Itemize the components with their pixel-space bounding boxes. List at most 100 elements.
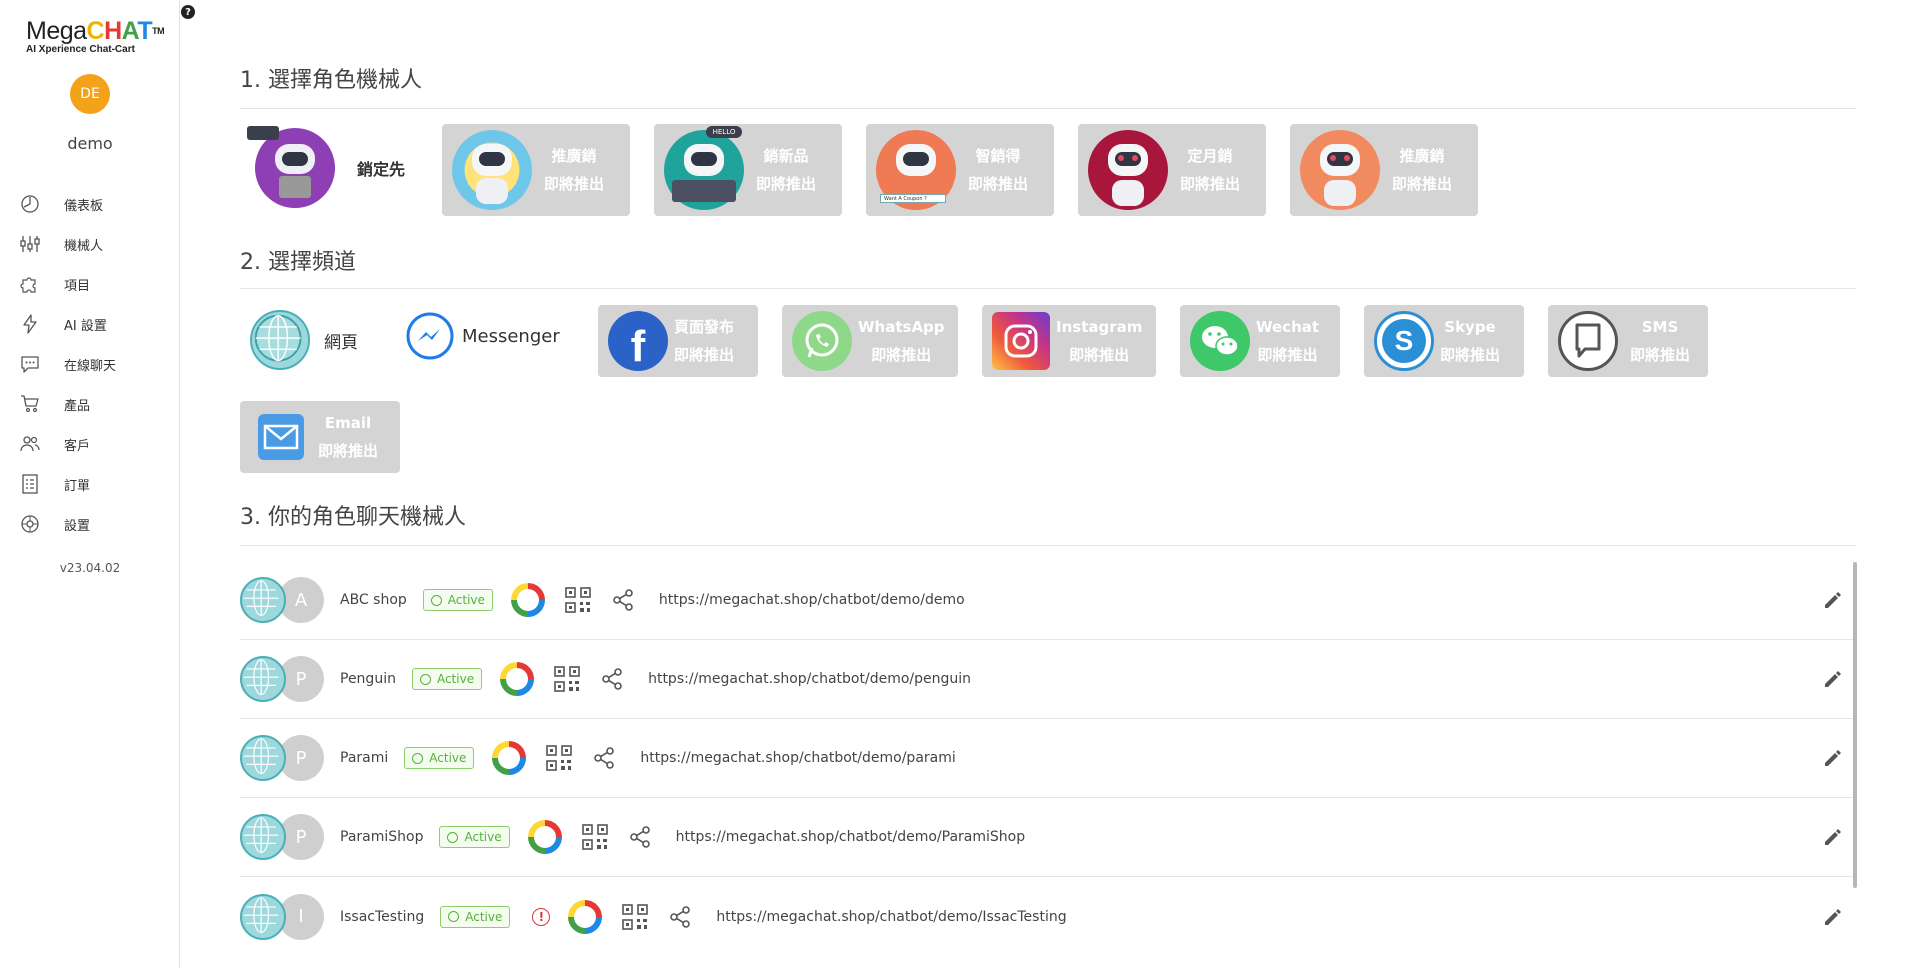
channel-card-text: Email 即將推出 [318, 414, 379, 460]
channel-card-text: SMS 即將推出 [1630, 318, 1691, 364]
channel-card-instagram[interactable]: Instagram 即將推出 [982, 305, 1156, 377]
mega-ai-logo-icon[interactable] [492, 741, 527, 775]
qr-code-icon[interactable] [554, 666, 580, 692]
sidebar-item-label: 機械人 [64, 238, 104, 254]
globe-icon [240, 656, 286, 702]
mega-ai-logo-icon[interactable] [510, 583, 545, 617]
bot-url-link[interactable]: https://megachat.shop/chatbot/demo/Issac… [716, 909, 1066, 925]
table-row[interactable]: P ParamiShop Active https://megachat.sho… [240, 798, 1856, 877]
check-circle-icon [448, 911, 460, 922]
table-row[interactable]: A ABC shop Active https://megachat.shop/… [240, 561, 1856, 640]
chat-icon [21, 356, 39, 373]
channel-card-wechat[interactable]: Wechat 即將推出 [1180, 305, 1340, 377]
bot-card-monthly-sales[interactable]: 定月銷 即將推出 [1078, 124, 1266, 216]
bot-card-text: 銷新品 即將推出 [756, 147, 817, 193]
sidebar-item-customers[interactable]: 客戶 [20, 424, 116, 464]
channel-card-sms[interactable]: SMS 即將推出 [1548, 305, 1708, 377]
check-circle-icon [447, 831, 459, 843]
edit-icon[interactable] [1822, 826, 1844, 848]
sidebar-item-settings[interactable]: 設置 [20, 504, 116, 544]
facebook-icon: f [608, 311, 668, 371]
channel-card-facebook[interactable]: f 頁面發布 即將推出 [598, 305, 758, 377]
qr-code-icon[interactable] [546, 745, 573, 771]
settings-icon [21, 515, 39, 533]
channel-web[interactable]: 網頁 [250, 310, 358, 370]
status-badge: Active [439, 826, 510, 848]
qr-code-icon[interactable] [565, 587, 591, 613]
sidebar-item-live-chat[interactable]: 在線聊天 [20, 344, 116, 384]
bot-card-text: 定月銷 即將推出 [1180, 147, 1241, 193]
sidebar-item-orders[interactable]: 訂單 [20, 464, 116, 504]
edit-icon[interactable] [1822, 589, 1844, 611]
app-logo[interactable]: MegaCHATTM AI Xperience Chat-Cart [26, 17, 165, 55]
sidebar-item-robots[interactable]: 機械人 [20, 224, 116, 264]
channel-label: 網頁 [324, 332, 358, 353]
bot-avatar: HELLO [664, 126, 744, 210]
bot-avatar [247, 126, 335, 208]
check-circle-icon [412, 752, 424, 764]
brand-name: MegaCHATTM [26, 17, 165, 45]
sidebar-item-products[interactable]: 產品 [20, 384, 116, 424]
mega-ai-logo-icon[interactable] [500, 662, 535, 696]
edit-icon[interactable] [1822, 906, 1844, 928]
warning-icon[interactable]: ! [532, 907, 551, 926]
bot-card-promo[interactable]: 推廣銷 即將推出 [442, 124, 630, 216]
bot-url-link[interactable]: https://megachat.shop/chatbot/demo/Param… [676, 829, 1026, 845]
selected-bot[interactable]: 銷定先 [247, 126, 405, 208]
bot-url-link[interactable]: https://megachat.shop/chatbot/demo/pengu… [648, 671, 971, 687]
user-avatar[interactable]: DE [70, 74, 110, 114]
globe-icon [240, 814, 286, 860]
help-icon[interactable]: ? [181, 5, 195, 19]
bot-url-link[interactable]: https://megachat.shop/chatbot/demo/demo [659, 592, 965, 608]
sidebar-item-label: 儀表板 [64, 198, 104, 214]
bot-avatar [452, 130, 532, 210]
channel-card-skype[interactable]: S Skype 即將推出 [1364, 305, 1524, 377]
qr-code-icon[interactable] [581, 824, 608, 850]
sidebar-item-ai-settings[interactable]: AI 設置 [20, 304, 116, 344]
wechat-icon [1190, 311, 1250, 371]
sidebar-item-projects[interactable]: 項目 [20, 264, 116, 304]
share-icon[interactable] [628, 825, 652, 849]
mega-ai-logo-icon[interactable] [527, 820, 562, 854]
channel-card-text: Instagram 即將推出 [1056, 318, 1143, 364]
share-icon[interactable] [600, 667, 624, 691]
edit-icon[interactable] [1822, 668, 1844, 690]
dashboard-icon [21, 195, 39, 213]
bot-card-promo-2[interactable]: 推廣銷 即將推出 [1290, 124, 1478, 216]
list-scrollbar[interactable] [1853, 562, 1857, 888]
sms-icon [1558, 311, 1618, 371]
table-row[interactable]: P Parami Active https://megachat.shop/ch… [240, 719, 1856, 798]
bot-card-smart-sales[interactable]: Want A Coupon ? 智銷得 即將推出 [866, 124, 1054, 216]
divider [240, 545, 1856, 546]
bot-name: ABC shop [340, 592, 407, 608]
sidebar-item-dashboard[interactable]: 儀表板 [20, 184, 116, 224]
channel-messenger[interactable]: Messenger [406, 312, 560, 360]
table-row[interactable]: P Penguin Active https://megachat.shop/c… [240, 640, 1856, 719]
bot-name: Parami [340, 750, 389, 766]
status-badge: Active [422, 589, 493, 611]
share-icon[interactable] [668, 905, 692, 929]
sidebar-item-label: 產品 [64, 398, 91, 414]
check-circle-icon [430, 594, 442, 606]
lightning-icon [23, 314, 37, 334]
channel-label: Messenger [462, 325, 560, 347]
app-version: v23.04.02 [59, 561, 121, 575]
bot-card-new-product[interactable]: HELLO 銷新品 即將推出 [654, 124, 842, 216]
channel-card-email[interactable]: Email 即將推出 [240, 401, 400, 473]
edit-icon[interactable] [1822, 747, 1844, 769]
mega-ai-logo-icon[interactable] [568, 899, 603, 934]
table-row[interactable]: I IssacTesting Active ! https://megachat… [240, 877, 1856, 956]
bot-url-link[interactable]: https://megachat.shop/chatbot/demo/param… [640, 750, 955, 766]
share-icon[interactable] [592, 746, 616, 770]
cart-icon [21, 395, 39, 413]
bot-avatar [1300, 130, 1380, 210]
puzzle-icon [20, 277, 36, 293]
section-title-choose-bot: 1. 選擇角色機械人 [240, 68, 423, 93]
divider [240, 288, 1856, 289]
share-icon[interactable] [611, 588, 635, 612]
channel-card-whatsapp[interactable]: WhatsApp 即將推出 [782, 305, 958, 377]
bot-avatar: Want A Coupon ? [876, 130, 956, 210]
channel-card-text: 頁面發布 即將推出 [674, 318, 735, 364]
qr-code-icon[interactable] [622, 903, 649, 930]
sidebar-item-label: 在線聊天 [64, 358, 117, 374]
